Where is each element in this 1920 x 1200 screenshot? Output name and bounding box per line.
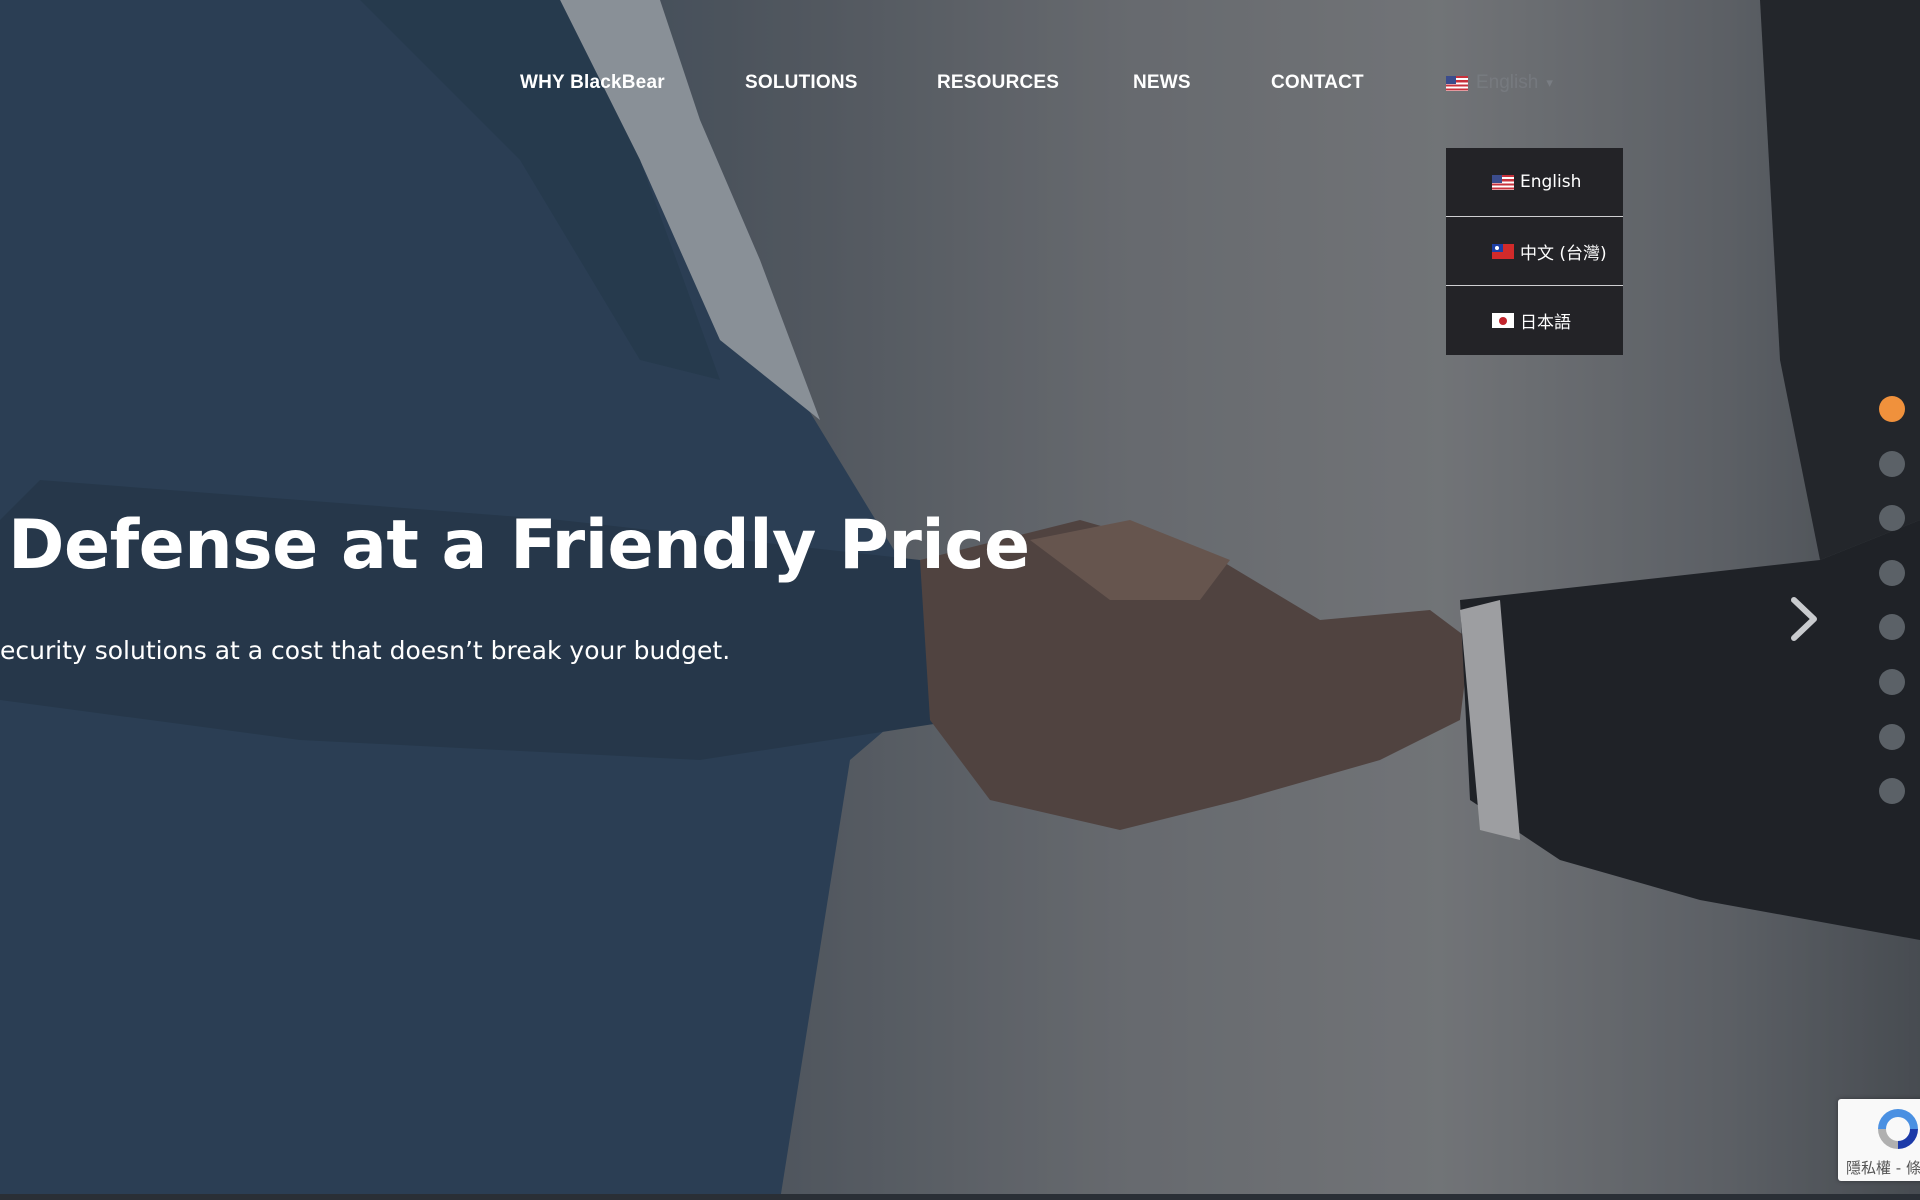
bottom-edge [0, 1194, 1920, 1200]
language-option-japanese[interactable]: 日本語 [1446, 286, 1623, 355]
nav-solutions[interactable]: SOLUTIONS [745, 72, 858, 94]
nav-resources[interactable]: RESOURCES [937, 72, 1059, 94]
main-nav: WHY BlackBear SOLUTIONS RESOURCES NEWS C… [0, 72, 1920, 102]
language-option-label: 中文 (台灣) [1520, 243, 1607, 264]
slider-pagination [1879, 396, 1907, 833]
slider-dot[interactable] [1879, 723, 1905, 750]
recaptcha-links[interactable]: 隱私權 - 條 [1846, 1157, 1920, 1178]
slider-next-button[interactable] [1784, 594, 1824, 644]
hero-subheadline: ecurity solutions at a cost that doesn’t… [0, 636, 731, 665]
slider-dot[interactable] [1879, 396, 1905, 422]
slider-dot[interactable] [1879, 450, 1905, 477]
slider-dot[interactable] [1879, 668, 1905, 695]
chevron-right-icon [1791, 597, 1817, 641]
language-option-label: 日本語 [1520, 313, 1571, 333]
recaptcha-icon [1878, 1109, 1918, 1149]
slider-dot[interactable] [1879, 559, 1905, 586]
us-flag-icon [1492, 174, 1514, 190]
nav-news[interactable]: NEWS [1133, 72, 1191, 94]
language-dropdown: English 中文 (台灣) 日本語 [1446, 148, 1623, 355]
language-option-chinese-taiwan[interactable]: 中文 (台灣) [1446, 217, 1623, 286]
taiwan-flag-icon [1492, 243, 1514, 259]
slider-dot[interactable] [1879, 614, 1905, 641]
nav-why-blackbear[interactable]: WHY BlackBear [520, 72, 665, 94]
japan-flag-icon [1492, 313, 1514, 328]
nav-contact[interactable]: CONTACT [1271, 72, 1364, 94]
language-switcher[interactable]: English ▾ [1446, 72, 1553, 94]
us-flag-icon [1446, 75, 1468, 91]
chevron-down-icon: ▾ [1546, 75, 1553, 90]
language-option-label: English [1520, 172, 1582, 192]
hero-headline: Defense at a Friendly Price [8, 506, 1030, 585]
slider-dot[interactable] [1879, 505, 1905, 532]
language-switcher-label: English [1476, 72, 1539, 93]
slider-dot[interactable] [1879, 778, 1905, 805]
hero-background [0, 0, 1920, 1200]
recaptcha-badge[interactable]: 隱私權 - 條 [1838, 1099, 1920, 1181]
language-option-english[interactable]: English [1446, 148, 1623, 217]
